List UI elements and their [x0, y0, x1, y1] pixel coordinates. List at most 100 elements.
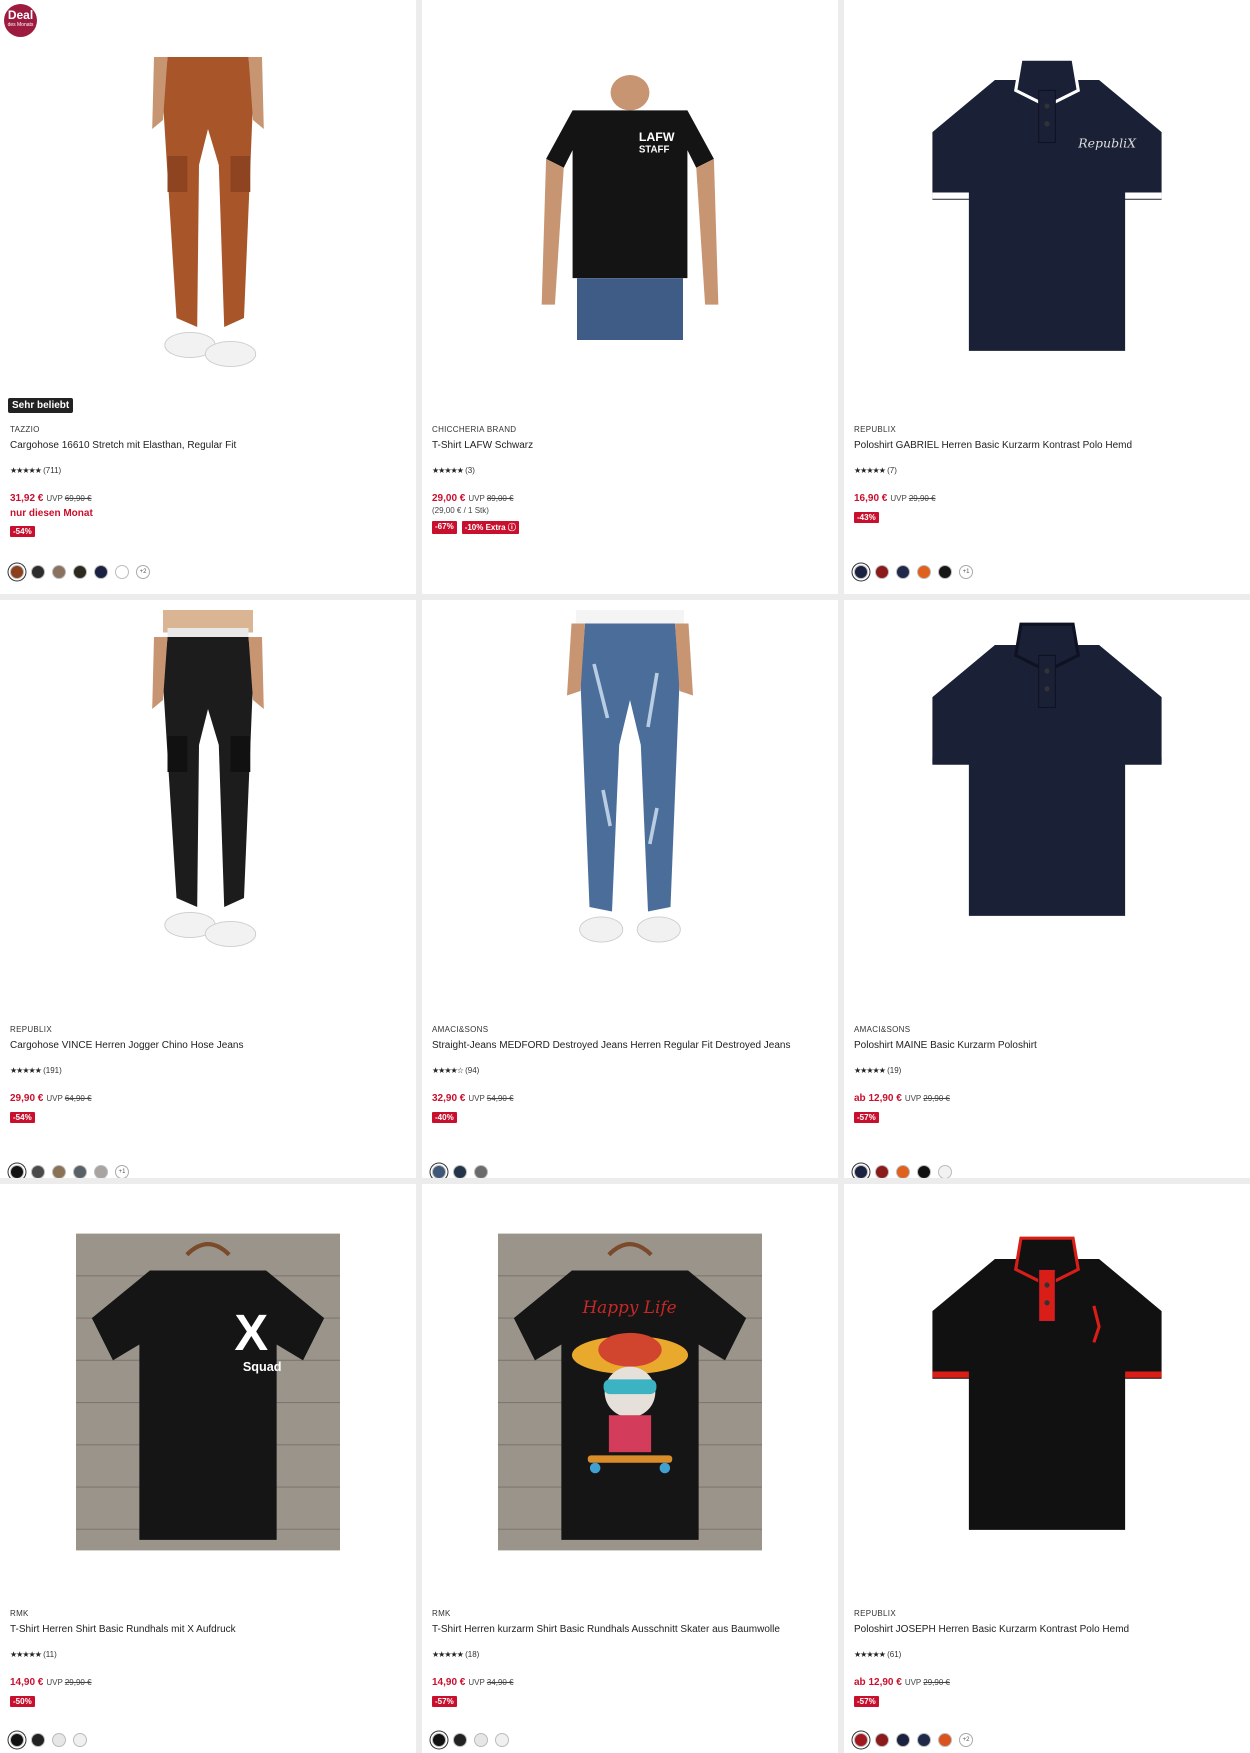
- discount-badge: -67%: [432, 521, 457, 534]
- product-rating: ★★★★★ (711): [10, 466, 61, 475]
- color-swatch[interactable]: [31, 1733, 45, 1747]
- color-swatch[interactable]: [854, 1165, 868, 1178]
- product-title[interactable]: Poloshirt GABRIEL Herren Basic Kurzarm K…: [854, 440, 1242, 451]
- more-colors-button[interactable]: +2: [136, 565, 150, 579]
- product-photo[interactable]: LAFW STAFF: [520, 75, 740, 340]
- price-row: ab 12,90 € UVP 29,90 €: [854, 1677, 950, 1688]
- uvp-label: UVP: [468, 1678, 485, 1687]
- more-colors-button[interactable]: +1: [959, 565, 973, 579]
- product-card[interactable]: X Squad RMK T-Shirt Herren Shirt Basic Ru…: [0, 1184, 416, 1753]
- color-swatches: +2: [10, 565, 150, 579]
- color-swatch[interactable]: [73, 1165, 87, 1178]
- product-card[interactable]: AMACI&SONS Straight-Jeans MEDFORD Destroy…: [422, 600, 838, 1178]
- color-swatch[interactable]: [73, 1733, 87, 1747]
- sale-price: 14,90 €: [432, 1677, 466, 1688]
- product-photo[interactable]: Happy Life: [498, 1224, 762, 1560]
- product-card[interactable]: Deal des Monats Sehr beliebt TAZZIO Cargohos…: [0, 0, 416, 594]
- product-title[interactable]: Poloshirt JOSEPH Herren Basic Kurzarm Ko…: [854, 1624, 1242, 1635]
- review-count: (7): [887, 466, 897, 475]
- product-photo[interactable]: X Squad: [76, 1224, 340, 1560]
- product-card[interactable]: REPUBLIX Cargohose VINCE Herren Jogger Ch…: [0, 600, 416, 1178]
- uvp-label: UVP: [904, 1678, 922, 1687]
- product-title[interactable]: T-Shirt Herren Shirt Basic Rundhals mit …: [10, 1624, 408, 1635]
- product-card[interactable]: AMACI&SONS Poloshirt MAINE Basic Kurzarm …: [844, 600, 1250, 1178]
- uvp-label: UVP: [468, 494, 485, 503]
- color-swatch[interactable]: [917, 1733, 931, 1747]
- product-title[interactable]: Straight-Jeans MEDFORD Destroyed Jeans H…: [432, 1040, 830, 1051]
- product-title[interactable]: T-Shirt Herren kurzarm Shirt Basic Rundh…: [432, 1624, 830, 1635]
- color-swatch[interactable]: [938, 1733, 952, 1747]
- discount-badges: -67% -10% Extra ⓘ: [432, 521, 519, 534]
- price-row: 16,90 € UVP 29,90 €: [854, 493, 936, 504]
- discount-badges: -50%: [10, 1696, 35, 1707]
- review-count: (11): [43, 1650, 57, 1659]
- color-swatch[interactable]: [495, 1733, 509, 1747]
- color-swatch[interactable]: [52, 1733, 66, 1747]
- color-swatch[interactable]: [94, 565, 108, 579]
- color-swatches: [10, 1733, 87, 1747]
- color-swatch[interactable]: [896, 1733, 910, 1747]
- discount-badge: -43%: [854, 512, 879, 523]
- product-photo[interactable]: [530, 610, 730, 970]
- original-price: 29,90 €: [908, 494, 936, 503]
- sale-price: 16,90 €: [854, 493, 888, 504]
- color-swatch[interactable]: [474, 1165, 488, 1178]
- product-title[interactable]: Cargohose VINCE Herren Jogger Chino Hose…: [10, 1040, 408, 1051]
- color-swatch[interactable]: [896, 1165, 910, 1178]
- color-swatches: +2: [854, 1733, 973, 1747]
- price-row: 14,90 € UVP 29,90 €: [10, 1677, 92, 1688]
- color-swatch[interactable]: [10, 1165, 24, 1178]
- product-card[interactable]: RepubliX REPUBLIX Poloshirt GABRIEL Herre…: [844, 0, 1250, 594]
- product-brand: REPUBLIX: [10, 1025, 52, 1034]
- color-swatch[interactable]: [432, 1165, 446, 1178]
- color-swatch[interactable]: [896, 565, 910, 579]
- more-colors-button[interactable]: +1: [115, 1165, 129, 1178]
- color-swatch[interactable]: [453, 1165, 467, 1178]
- product-photo[interactable]: [922, 610, 1172, 930]
- color-swatch[interactable]: [854, 565, 868, 579]
- price-row: ab 12,90 € UVP 29,90 €: [854, 1093, 950, 1104]
- color-swatch[interactable]: [938, 565, 952, 579]
- product-card[interactable]: LAFW STAFF CHICCHERIA BRAND T-Shirt LAFW …: [422, 0, 838, 594]
- color-swatch[interactable]: [474, 1733, 488, 1747]
- product-photo[interactable]: [108, 30, 308, 390]
- color-swatch[interactable]: [10, 565, 24, 579]
- color-swatch[interactable]: [917, 565, 931, 579]
- discount-badges: -57%: [432, 1696, 457, 1707]
- product-title[interactable]: Poloshirt MAINE Basic Kurzarm Poloshirt: [854, 1040, 1242, 1051]
- review-count: (19): [887, 1066, 902, 1075]
- color-swatch[interactable]: [31, 1165, 45, 1178]
- color-swatch[interactable]: [31, 565, 45, 579]
- product-photo[interactable]: RepubliX: [922, 45, 1172, 365]
- color-swatch[interactable]: [938, 1165, 952, 1178]
- product-photo[interactable]: [922, 1224, 1172, 1544]
- product-rating: ★★★★★ (19): [854, 1066, 901, 1075]
- sale-price: 14,90 €: [10, 1677, 44, 1688]
- product-brand: CHICCHERIA BRAND: [432, 425, 517, 434]
- product-photo[interactable]: [108, 610, 308, 970]
- more-colors-button[interactable]: +2: [959, 1733, 973, 1747]
- color-swatch[interactable]: [875, 565, 889, 579]
- unit-price: (29,00 € / 1 Stk): [432, 506, 489, 515]
- color-swatch[interactable]: [73, 565, 87, 579]
- color-swatch[interactable]: [10, 1733, 24, 1747]
- color-swatch[interactable]: [52, 1165, 66, 1178]
- color-swatches: [432, 1733, 509, 1747]
- color-swatch[interactable]: [917, 1165, 931, 1178]
- color-swatches: +1: [854, 565, 973, 579]
- product-title[interactable]: Cargohose 16610 Stretch mit Elasthan, Re…: [10, 440, 408, 451]
- color-swatch[interactable]: [94, 1165, 108, 1178]
- discount-badges: -54%: [10, 1112, 35, 1123]
- product-brand: REPUBLIX: [854, 425, 896, 434]
- product-title[interactable]: T-Shirt LAFW Schwarz: [432, 440, 830, 451]
- color-swatch[interactable]: [453, 1733, 467, 1747]
- price-row: 14,90 € UVP 34,90 €: [432, 1677, 514, 1688]
- color-swatch[interactable]: [875, 1165, 889, 1178]
- color-swatch[interactable]: [52, 565, 66, 579]
- product-card[interactable]: REPUBLIX Poloshirt JOSEPH Herren Basic Ku…: [844, 1184, 1250, 1753]
- color-swatch[interactable]: [432, 1733, 446, 1747]
- product-card[interactable]: Happy Life RMK T-Shirt Herren kurzarm Shi…: [422, 1184, 838, 1753]
- color-swatch[interactable]: [875, 1733, 889, 1747]
- color-swatch[interactable]: [854, 1733, 868, 1747]
- color-swatch[interactable]: [115, 565, 129, 579]
